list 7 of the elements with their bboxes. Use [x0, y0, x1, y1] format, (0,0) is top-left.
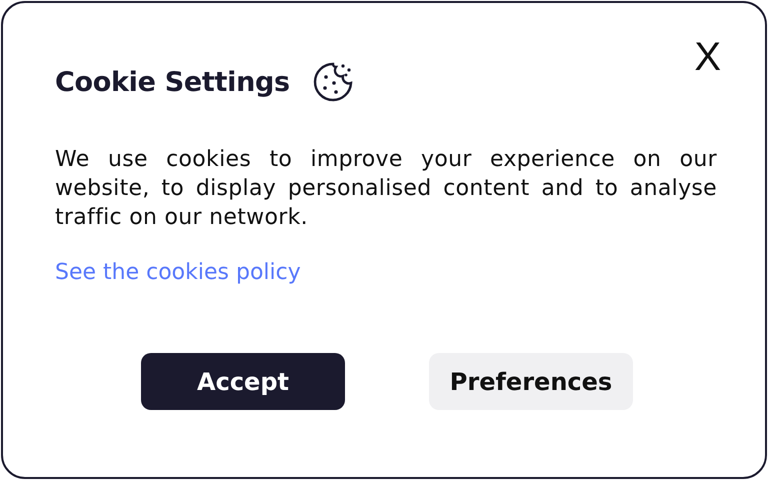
close-button[interactable]: X: [694, 37, 721, 77]
cookie-message: We use cookies to improve your experience on our website, to display personalised content and to analyse traffic on our network.: [55, 146, 717, 232]
preferences-button[interactable]: Preferences: [429, 353, 633, 410]
dialog-title: Cookie Settings: [55, 66, 290, 98]
accept-button[interactable]: Accept: [141, 353, 345, 410]
cookie-icon: [312, 61, 354, 103]
cookies-policy-link[interactable]: See the cookies policy: [55, 260, 301, 285]
